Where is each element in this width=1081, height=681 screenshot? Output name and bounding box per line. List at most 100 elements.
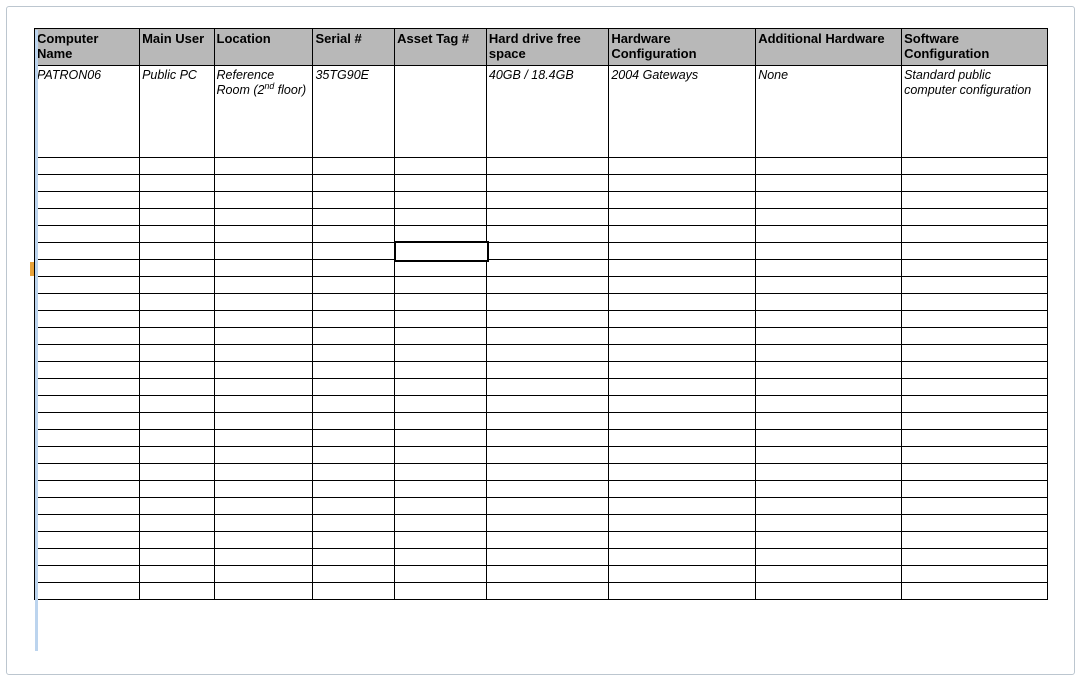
- empty-cell[interactable]: [902, 514, 1048, 531]
- empty-cell[interactable]: [902, 531, 1048, 548]
- empty-cell[interactable]: [609, 565, 756, 582]
- empty-cell[interactable]: [902, 565, 1048, 582]
- empty-cell[interactable]: [214, 157, 313, 174]
- empty-cell[interactable]: [35, 378, 140, 395]
- empty-cell[interactable]: [214, 327, 313, 344]
- empty-cell[interactable]: [35, 293, 140, 310]
- empty-cell[interactable]: [313, 242, 395, 259]
- empty-cell[interactable]: [756, 548, 902, 565]
- cell-computer-name[interactable]: PATRON06: [35, 65, 140, 157]
- cell-hd-free[interactable]: 40GB / 18.4GB: [486, 65, 608, 157]
- empty-cell[interactable]: [486, 242, 608, 259]
- empty-cell[interactable]: [486, 327, 608, 344]
- empty-cell[interactable]: [214, 582, 313, 599]
- empty-cell[interactable]: [35, 310, 140, 327]
- empty-cell[interactable]: [313, 480, 395, 497]
- empty-cell[interactable]: [486, 565, 608, 582]
- table-row[interactable]: [35, 463, 1048, 480]
- empty-cell[interactable]: [35, 344, 140, 361]
- empty-cell[interactable]: [486, 429, 608, 446]
- empty-cell[interactable]: [35, 548, 140, 565]
- empty-cell[interactable]: [395, 310, 487, 327]
- empty-cell[interactable]: [313, 429, 395, 446]
- empty-cell[interactable]: [609, 531, 756, 548]
- empty-cell[interactable]: [214, 395, 313, 412]
- table-row[interactable]: [35, 378, 1048, 395]
- empty-cell[interactable]: [313, 293, 395, 310]
- empty-cell[interactable]: [395, 429, 487, 446]
- empty-cell[interactable]: [609, 259, 756, 276]
- col-hd-free[interactable]: Hard drive free space: [486, 29, 608, 66]
- empty-cell[interactable]: [486, 497, 608, 514]
- empty-cell[interactable]: [313, 378, 395, 395]
- empty-cell[interactable]: [756, 242, 902, 259]
- empty-cell[interactable]: [902, 497, 1048, 514]
- empty-cell[interactable]: [486, 514, 608, 531]
- empty-cell[interactable]: [140, 191, 214, 208]
- empty-cell[interactable]: [486, 480, 608, 497]
- empty-cell[interactable]: [609, 293, 756, 310]
- empty-cell[interactable]: [609, 446, 756, 463]
- empty-cell[interactable]: [35, 531, 140, 548]
- col-hw-config[interactable]: Hardware Configuration: [609, 29, 756, 66]
- empty-cell[interactable]: [395, 548, 487, 565]
- empty-cell[interactable]: [609, 582, 756, 599]
- empty-cell[interactable]: [486, 191, 608, 208]
- empty-cell[interactable]: [35, 259, 140, 276]
- empty-cell[interactable]: [756, 497, 902, 514]
- col-add-hw[interactable]: Additional Hardware: [756, 29, 902, 66]
- table-row[interactable]: [35, 310, 1048, 327]
- empty-cell[interactable]: [395, 157, 487, 174]
- empty-cell[interactable]: [609, 497, 756, 514]
- empty-cell[interactable]: [313, 361, 395, 378]
- empty-cell[interactable]: [214, 514, 313, 531]
- empty-cell[interactable]: [395, 276, 487, 293]
- table-row[interactable]: [35, 242, 1048, 259]
- empty-cell[interactable]: [395, 361, 487, 378]
- empty-cell[interactable]: [214, 208, 313, 225]
- empty-cell[interactable]: [313, 548, 395, 565]
- empty-cell[interactable]: [214, 412, 313, 429]
- empty-cell[interactable]: [35, 191, 140, 208]
- empty-cell[interactable]: [756, 480, 902, 497]
- empty-cell[interactable]: [140, 310, 214, 327]
- empty-cell[interactable]: [902, 225, 1048, 242]
- empty-cell[interactable]: [756, 378, 902, 395]
- empty-cell[interactable]: [486, 531, 608, 548]
- empty-cell[interactable]: [140, 565, 214, 582]
- empty-cell[interactable]: [35, 412, 140, 429]
- empty-cell[interactable]: [486, 582, 608, 599]
- empty-cell[interactable]: [609, 208, 756, 225]
- empty-cell[interactable]: [313, 514, 395, 531]
- empty-cell[interactable]: [756, 514, 902, 531]
- empty-cell[interactable]: [140, 378, 214, 395]
- empty-cell[interactable]: [395, 191, 487, 208]
- empty-cell[interactable]: [395, 463, 487, 480]
- empty-cell[interactable]: [35, 242, 140, 259]
- empty-cell[interactable]: [214, 242, 313, 259]
- table-row[interactable]: [35, 361, 1048, 378]
- empty-cell[interactable]: [756, 446, 902, 463]
- empty-cell[interactable]: [313, 208, 395, 225]
- empty-cell[interactable]: [756, 293, 902, 310]
- empty-cell[interactable]: [140, 157, 214, 174]
- empty-cell[interactable]: [395, 344, 487, 361]
- empty-cell[interactable]: [313, 276, 395, 293]
- table-row[interactable]: [35, 344, 1048, 361]
- empty-cell[interactable]: [140, 531, 214, 548]
- empty-cell[interactable]: [313, 344, 395, 361]
- table-row[interactable]: [35, 259, 1048, 276]
- empty-cell[interactable]: [609, 361, 756, 378]
- empty-cell[interactable]: [395, 412, 487, 429]
- empty-cell[interactable]: [140, 446, 214, 463]
- empty-cell[interactable]: [35, 395, 140, 412]
- empty-cell[interactable]: [140, 225, 214, 242]
- empty-cell[interactable]: [313, 446, 395, 463]
- empty-cell[interactable]: [140, 344, 214, 361]
- empty-cell[interactable]: [756, 395, 902, 412]
- empty-cell[interactable]: [609, 276, 756, 293]
- empty-cell[interactable]: [395, 531, 487, 548]
- empty-cell[interactable]: [609, 395, 756, 412]
- empty-cell[interactable]: [35, 463, 140, 480]
- empty-cell[interactable]: [902, 310, 1048, 327]
